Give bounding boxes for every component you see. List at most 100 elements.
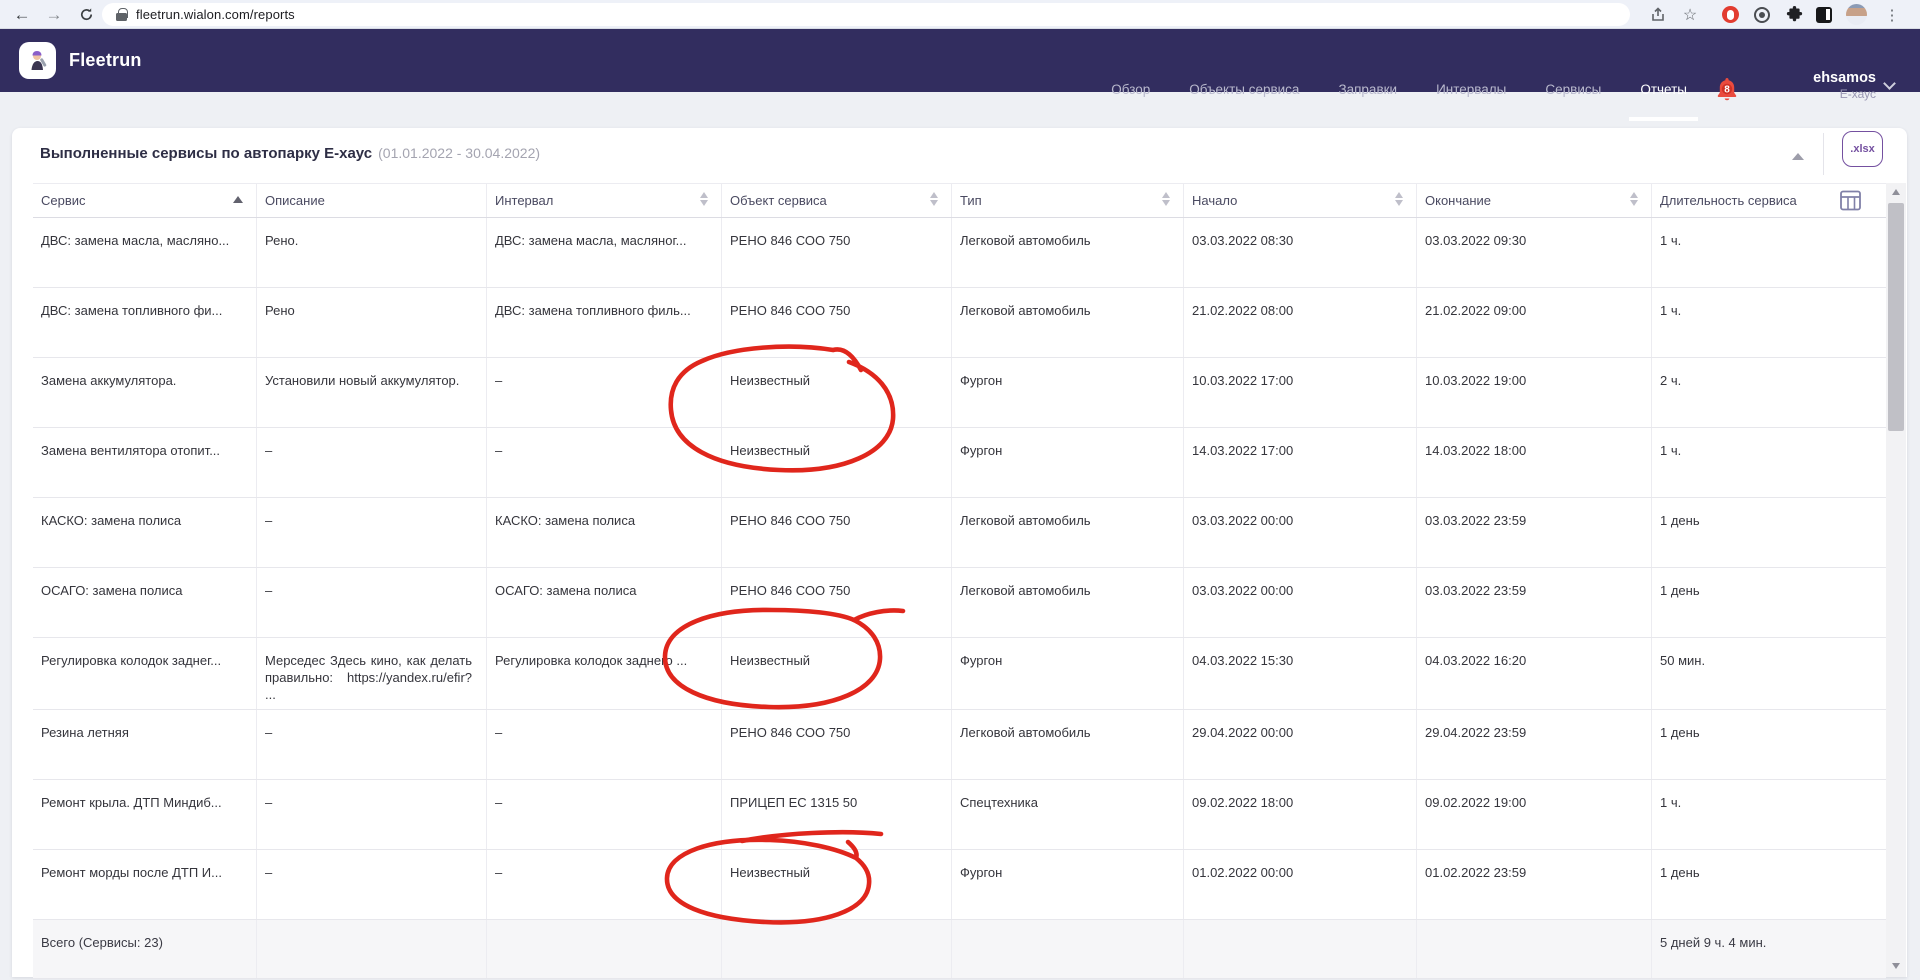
nav-item-label: Интервалы [1436,82,1506,97]
collapse-report-button[interactable] [1786,144,1810,168]
column-header-1[interactable]: Описание [256,184,486,217]
extension-darkmode-icon[interactable] [1810,0,1838,29]
cell-end: 21.02.2022 09:00 [1416,288,1651,357]
table-header-row: Сервис Описание Интервал Объект сервиса … [33,183,1886,218]
cell-interval: – [486,710,721,779]
extension-ring-icon[interactable] [1748,0,1776,29]
column-header-2[interactable]: Интервал [486,184,721,217]
table-row: КАСКО: замена полиса – КАСКО: замена пол… [33,498,1886,568]
browser-reload-icon[interactable] [72,0,100,29]
notifications-bell[interactable]: 8 [1712,75,1742,105]
browser-profile-avatar[interactable] [1842,0,1870,29]
cell-unit: РЕНО 846 СОО 750 [721,498,951,567]
address-bar[interactable]: fleetrun.wialon.com/reports [102,3,1630,26]
cell-duration: 1 день [1651,568,1886,637]
fleetrun-logo-icon [19,42,56,79]
column-header-label: Тип [960,193,982,208]
export-xlsx-button[interactable]: .xlsx [1842,131,1883,167]
column-header-6[interactable]: Окончание [1416,184,1651,217]
column-header-5[interactable]: Начало [1183,184,1416,217]
bookmark-star-icon[interactable]: ☆ [1676,0,1704,29]
cell-service: ДВС: замена топливного фи... [33,288,256,357]
nav-item-3[interactable]: Интервалы [1436,58,1506,121]
cell-start: 29.04.2022 00:00 [1183,710,1416,779]
cell-service: ДВС: замена масла, масляно... [33,218,256,287]
nav-item-2[interactable]: Заправки [1338,58,1397,121]
nav-item-label: Объекты сервиса [1189,82,1299,97]
fleetrun-app: ← → fleetrun.wialon.com/reports ☆ ⋮ [0,0,1920,980]
extension-adblock-icon[interactable] [1716,0,1744,29]
lock-icon [116,8,127,21]
cell-interval: ДВС: замена топливного филь... [486,288,721,357]
column-header-0[interactable]: Сервис [33,184,256,217]
cell-service: Ремонт крыла. ДТП Миндиб... [33,780,256,849]
cell-end: 03.03.2022 23:59 [1416,498,1651,567]
cell-start: 04.03.2022 15:30 [1183,638,1416,709]
scrollbar-thumb[interactable] [1888,203,1904,431]
nav-item-5[interactable]: Отчеты [1640,58,1687,121]
cell-end: 03.03.2022 09:30 [1416,218,1651,287]
report-title: Выполненные сервисы по автопарку Е-хаус (… [40,145,540,162]
nav-item-4[interactable]: Сервисы [1545,58,1601,121]
sort-asc-icon [233,196,243,203]
user-menu[interactable]: ehsamos E-хаус [1813,70,1876,101]
table-row: Замена вентилятора отопит... – – Неизвес… [33,428,1886,498]
footer-total-label: Всего (Сервисы: 23) [33,920,256,978]
nav-item-0[interactable]: Обзор [1111,58,1150,121]
cell-service: Замена аккумулятора. [33,358,256,427]
cell-unit: Неизвестный [721,850,951,919]
nav-item-label: Обзор [1111,82,1150,97]
column-settings-icon[interactable] [1839,189,1862,212]
cell-end: 03.03.2022 23:59 [1416,568,1651,637]
sort-both-icon [1395,192,1403,206]
cell-interval: Регулировка колодок заднего ... [486,638,721,709]
cell-type: Спецтехника [951,780,1183,849]
browser-menu-kebab-icon[interactable]: ⋮ [1878,0,1906,29]
browser-back-icon[interactable]: ← [8,0,36,29]
sort-both-icon [1630,192,1638,206]
nav-item-label: Сервисы [1545,82,1601,97]
nav-item-1[interactable]: Объекты сервиса [1189,58,1299,121]
cell-unit: РЕНО 846 СОО 750 [721,218,951,287]
cell-type: Фургон [951,850,1183,919]
cell-start: 03.03.2022 08:30 [1183,218,1416,287]
app-navbar: Fleetrun Обзор Объекты сервиса Заправки … [0,29,1920,92]
table-row: ДВС: замена топливного фи... Рено ДВС: з… [33,288,1886,358]
column-header-3[interactable]: Объект сервиса [721,184,951,217]
cell-unit: РЕНО 846 СОО 750 [721,710,951,779]
cell-type: Фургон [951,358,1183,427]
cell-start: 21.02.2022 08:00 [1183,288,1416,357]
cell-duration: 1 ч. [1651,780,1886,849]
table-row: ОСАГО: замена полиса – ОСАГО: замена пол… [33,568,1886,638]
table-row: Ремонт морды после ДТП И... – – Неизвест… [33,850,1886,920]
sort-both-icon [930,192,938,206]
share-icon[interactable] [1644,0,1672,29]
cell-type: Легковой автомобиль [951,288,1183,357]
nav-item-label: Заправки [1338,82,1397,97]
cell-duration: 1 ч. [1651,428,1886,497]
table-scrollbar[interactable] [1886,183,1906,977]
cell-unit: Неизвестный [721,358,951,427]
cell-type: Фургон [951,638,1183,709]
cell-interval: – [486,358,721,427]
table-body: ДВС: замена масла, масляно... Рено. ДВС:… [33,218,1886,920]
brand[interactable]: Fleetrun [19,42,142,79]
browser-forward-icon[interactable]: → [40,0,68,29]
report-period: (01.01.2022 - 30.04.2022) [378,145,540,161]
cell-type: Легковой автомобиль [951,568,1183,637]
scroll-down-icon[interactable] [1886,957,1906,975]
user-name: ehsamos [1813,70,1876,87]
cell-end: 01.02.2022 23:59 [1416,850,1651,919]
cell-description: – [256,850,486,919]
chevron-down-icon[interactable] [1884,77,1896,89]
extensions-puzzle-icon[interactable] [1780,0,1808,29]
cell-type: Легковой автомобиль [951,218,1183,287]
report-title-text: Выполненные сервисы по автопарку Е-хаус [40,145,372,162]
scroll-up-icon[interactable] [1886,183,1906,201]
cell-description: Установили новый аккумулятор. [256,358,486,427]
column-header-4[interactable]: Тип [951,184,1183,217]
cell-unit: РЕНО 846 СОО 750 [721,288,951,357]
cell-duration: 2 ч. [1651,358,1886,427]
cell-end: 14.03.2022 18:00 [1416,428,1651,497]
cell-duration: 1 ч. [1651,218,1886,287]
